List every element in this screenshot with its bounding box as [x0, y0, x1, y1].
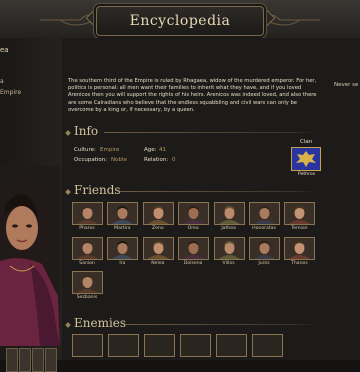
friend-card[interactable]: Ira: [107, 236, 139, 269]
enemy-portrait[interactable]: [72, 334, 103, 357]
friend-card[interactable]: Martira: [107, 202, 139, 234]
friend-name: Sanion: [79, 260, 95, 266]
character-panel: ea a Empire: [0, 38, 62, 372]
skill-card-2[interactable]: [19, 348, 31, 372]
skill-card-4[interactable]: [45, 348, 57, 372]
friend-name: Orea: [187, 226, 199, 231]
age-label: Age:: [144, 147, 157, 153]
enemy-row-preview: [72, 334, 312, 360]
friend-portrait[interactable]: [213, 236, 245, 260]
relation-value: 0: [172, 157, 176, 163]
character-portrait: [0, 166, 60, 346]
friends-divider: [120, 191, 314, 192]
friend-name: Zeno: [151, 226, 164, 231]
friend-card[interactable]: Temion: [284, 202, 316, 234]
enemies-divider: [126, 324, 314, 325]
friend-portrait[interactable]: [178, 202, 210, 225]
friend-portrait[interactable]: [178, 236, 210, 260]
page-title: Encyclopedia: [96, 6, 264, 36]
friend-portrait[interactable]: [142, 236, 174, 260]
friend-name: Villos: [222, 260, 235, 266]
clan-banner[interactable]: [291, 147, 321, 171]
character-title: a: [0, 78, 4, 85]
friend-name: Juros: [258, 260, 270, 266]
friend-card[interactable]: Thanos: [284, 236, 316, 269]
friend-portrait[interactable]: [284, 236, 316, 260]
section-friends-header[interactable]: Friends: [74, 183, 121, 197]
eagle-icon: [296, 151, 316, 167]
age-value: 41: [159, 147, 166, 153]
top-bar: Encyclopedia: [0, 0, 360, 39]
enemy-portrait[interactable]: [180, 334, 211, 357]
friend-name: Temion: [291, 226, 308, 231]
section-enemies-header[interactable]: Enemies: [74, 316, 126, 330]
friend-card[interactable]: Sezbanis: [72, 271, 103, 303]
friend-portrait[interactable]: [142, 202, 174, 225]
friend-card[interactable]: Honoratas: [249, 202, 280, 234]
character-faction: Empire: [0, 89, 22, 96]
friend-name: Dolsena: [183, 260, 203, 266]
friend-card[interactable]: Orea: [178, 202, 210, 234]
clan-name[interactable]: Pethros: [298, 172, 315, 177]
friend-card[interactable]: Pharos: [72, 202, 103, 234]
friend-name: Thanos: [291, 260, 308, 266]
friend-card[interactable]: Sanion: [72, 236, 103, 269]
relation-label: Relation:: [144, 157, 169, 163]
character-description: The southern third of the Empire is rule…: [68, 78, 317, 113]
info-divider: [104, 132, 314, 133]
friend-card[interactable]: Zeno: [142, 202, 174, 234]
skill-card-1[interactable]: [6, 348, 18, 372]
skill-card-3[interactable]: [32, 348, 44, 372]
friend-name: Sezbanis: [76, 295, 98, 300]
friend-name: Honoratas: [252, 226, 276, 231]
enemy-portrait[interactable]: [144, 334, 175, 357]
enemy-portrait[interactable]: [252, 334, 283, 357]
occupation-value: Noble: [111, 157, 127, 163]
enemy-portrait[interactable]: [108, 334, 139, 357]
occupation-label: Occupation:: [74, 157, 108, 163]
friend-portrait[interactable]: [72, 271, 103, 294]
friend-portrait[interactable]: [72, 202, 103, 225]
friend-card[interactable]: Juros: [249, 236, 280, 269]
friend-portrait[interactable]: [107, 202, 139, 225]
side-note: Never se: [334, 82, 359, 88]
friend-name: Jathea: [221, 226, 236, 231]
culture-label: Culture:: [74, 147, 96, 153]
friend-portrait[interactable]: [284, 202, 316, 225]
section-info-header[interactable]: Info: [74, 124, 98, 138]
friend-card[interactable]: Nelea: [142, 236, 174, 269]
clan-label: Clan: [300, 139, 313, 145]
friend-portrait[interactable]: [72, 236, 103, 260]
friend-portrait[interactable]: [249, 202, 280, 225]
friend-card[interactable]: Jathea: [213, 202, 245, 234]
enemy-portrait[interactable]: [216, 334, 247, 357]
friend-card[interactable]: Dolsena: [178, 236, 210, 269]
culture-value[interactable]: Empire: [100, 147, 119, 153]
friend-name: Ira: [119, 260, 126, 266]
friend-name: Martira: [114, 226, 131, 231]
friend-name: Pharos: [79, 226, 95, 231]
character-name: ea: [0, 46, 9, 54]
friend-portrait[interactable]: [213, 202, 245, 225]
friend-portrait[interactable]: [107, 236, 139, 260]
friend-card[interactable]: Villos: [213, 236, 245, 269]
friend-portrait[interactable]: [249, 236, 280, 260]
friend-name: Nelea: [151, 260, 165, 266]
